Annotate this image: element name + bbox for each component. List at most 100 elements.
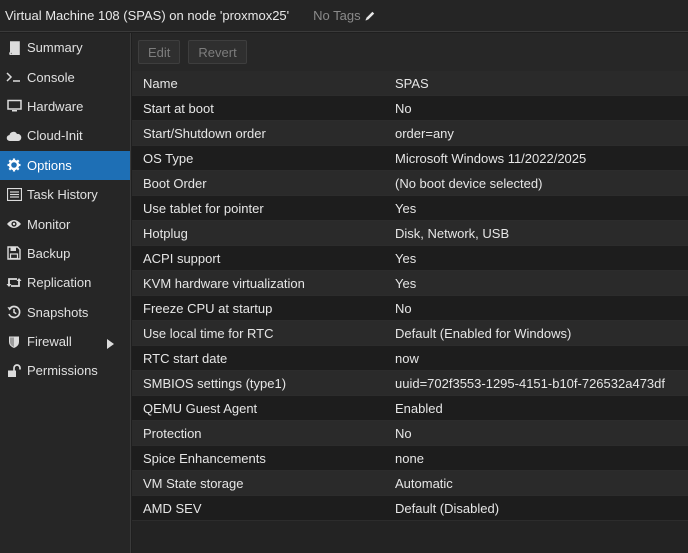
table-row[interactable]: Name SPAS [132, 71, 688, 96]
option-value: Default (Disabled) [395, 500, 500, 516]
terminal-icon [6, 69, 22, 85]
options-panel: Edit Revert Name SPAS Start at boot No Sta… [132, 33, 688, 553]
option-value: Yes [395, 200, 417, 216]
table-row[interactable]: Spice Enhancements none [132, 446, 688, 471]
table-row[interactable]: RTC start date now [132, 346, 688, 371]
history-icon [6, 304, 22, 320]
option-value: Microsoft Windows 11/2022/2025 [395, 150, 587, 166]
gear-icon [6, 157, 22, 173]
sidebar-item-hardware[interactable]: Hardware [0, 92, 130, 121]
tags-editor[interactable]: No Tags [313, 8, 375, 23]
sidebar-item-label: Console [27, 69, 75, 85]
sidebar-item-label: Replication [27, 275, 92, 291]
option-value: Disk, Network, USB [395, 225, 510, 241]
table-row[interactable]: Start at boot No [132, 96, 688, 121]
option-name: QEMU Guest Agent [143, 400, 258, 416]
option-value: No [395, 300, 412, 316]
option-value: No [395, 425, 412, 441]
table-row[interactable]: AMD SEV Default (Disabled) [132, 496, 688, 521]
sidebar-item-label: Snapshots [27, 304, 89, 320]
sidebar-item-monitor[interactable]: Monitor [0, 209, 130, 238]
option-value: (No boot device selected) [395, 175, 543, 191]
sidebar-item-cloud-init[interactable]: Cloud-Init [0, 121, 130, 150]
table-row[interactable]: Hotplug Disk, Network, USB [132, 221, 688, 246]
sidebar-item-label: Backup [27, 245, 71, 261]
option-name: RTC start date [143, 350, 228, 366]
sidebar-item-label: Summary [27, 40, 83, 56]
retweet-icon [6, 275, 22, 291]
sidebar-item-permissions[interactable]: Permissions [0, 356, 130, 385]
table-row[interactable]: Protection No [132, 421, 688, 446]
edit-button[interactable]: Edit [138, 40, 181, 64]
option-name: Start at boot [143, 100, 214, 116]
option-value: order=any [395, 125, 454, 141]
option-name: ACPI support [143, 250, 221, 266]
option-value: uuid=702f3553-1295-4151-b10f-726532a473d… [395, 375, 665, 391]
option-value: Yes [395, 275, 417, 291]
shield-icon [6, 334, 22, 350]
toolbar: Edit Revert [132, 33, 688, 71]
table-row[interactable]: Use local time for RTC Default (Enabled f… [132, 321, 688, 346]
pencil-icon[interactable] [364, 10, 376, 22]
sidebar: Summary Console Hardware Cloud-Init Opti… [0, 33, 131, 553]
table-row[interactable]: Start/Shutdown order order=any [132, 121, 688, 146]
option-value: now [395, 350, 419, 366]
sidebar-item-label: Permissions [27, 363, 98, 379]
option-name: Spice Enhancements [143, 450, 266, 466]
sidebar-item-task-history[interactable]: Task History [0, 180, 130, 209]
option-name: OS Type [143, 150, 194, 166]
option-value: Enabled [395, 400, 443, 416]
sidebar-item-label: Firewall [27, 334, 72, 350]
option-value: SPAS [395, 75, 429, 91]
sidebar-item-label: Monitor [27, 216, 71, 232]
sidebar-item-summary[interactable]: Summary [0, 33, 130, 62]
option-name: Start/Shutdown order [143, 125, 266, 141]
option-value: Automatic [395, 475, 453, 491]
table-row[interactable]: VM State storage Automatic [132, 471, 688, 496]
options-grid: Name SPAS Start at boot No Start/Shutdown … [132, 71, 688, 521]
option-name: Use local time for RTC [143, 325, 274, 341]
table-row[interactable]: Use tablet for pointer Yes [132, 196, 688, 221]
title-bar: Virtual Machine 108 (SPAS) on node 'prox… [0, 0, 688, 32]
eye-icon [6, 216, 22, 232]
sidebar-item-console[interactable]: Console [0, 62, 130, 91]
table-row[interactable]: Boot Order (No boot device selected) [132, 171, 688, 196]
sidebar-item-label: Hardware [27, 98, 84, 114]
table-row[interactable]: Freeze CPU at startup No [132, 296, 688, 321]
table-row[interactable]: OS Type Microsoft Windows 11/2022/2025 [132, 146, 688, 171]
sidebar-item-label: Cloud-Init [27, 128, 83, 144]
sidebar-item-backup[interactable]: Backup [0, 239, 130, 268]
option-name: Protection [143, 425, 202, 441]
option-name: VM State storage [143, 475, 244, 491]
sidebar-item-replication[interactable]: Replication [0, 268, 130, 297]
option-name: Boot Order [143, 175, 207, 191]
option-value: Default (Enabled for Windows) [395, 325, 572, 341]
table-row[interactable]: QEMU Guest Agent Enabled [132, 396, 688, 421]
unlock-icon [6, 363, 22, 379]
table-row[interactable]: SMBIOS settings (type1) uuid=702f3553-129… [132, 371, 688, 396]
option-name: Hotplug [143, 225, 188, 241]
option-name: KVM hardware virtualization [143, 275, 305, 291]
option-name: SMBIOS settings (type1) [143, 375, 287, 391]
page-title: Virtual Machine 108 (SPAS) on node 'prox… [5, 8, 290, 23]
table-row[interactable]: ACPI support Yes [132, 246, 688, 271]
sidebar-item-snapshots[interactable]: Snapshots [0, 298, 130, 327]
option-value: No [395, 100, 412, 116]
option-name: Use tablet for pointer [143, 200, 264, 216]
cloud-icon [6, 128, 22, 144]
option-name: AMD SEV [143, 500, 202, 516]
tags-label: No Tags [313, 8, 361, 23]
expand-arrow-icon[interactable] [107, 337, 114, 352]
list-icon [6, 187, 22, 203]
book-icon [6, 40, 22, 56]
option-value: Yes [395, 250, 417, 266]
monitor-icon [6, 98, 22, 114]
option-name: Freeze CPU at startup [143, 300, 273, 316]
option-value: none [395, 450, 424, 466]
sidebar-item-label: Task History [27, 187, 98, 203]
sidebar-item-firewall[interactable]: Firewall [0, 327, 130, 356]
table-row[interactable]: KVM hardware virtualization Yes [132, 271, 688, 296]
sidebar-item-label: Options [27, 157, 72, 173]
sidebar-item-options[interactable]: Options [0, 150, 130, 180]
revert-button[interactable]: Revert [188, 40, 247, 64]
